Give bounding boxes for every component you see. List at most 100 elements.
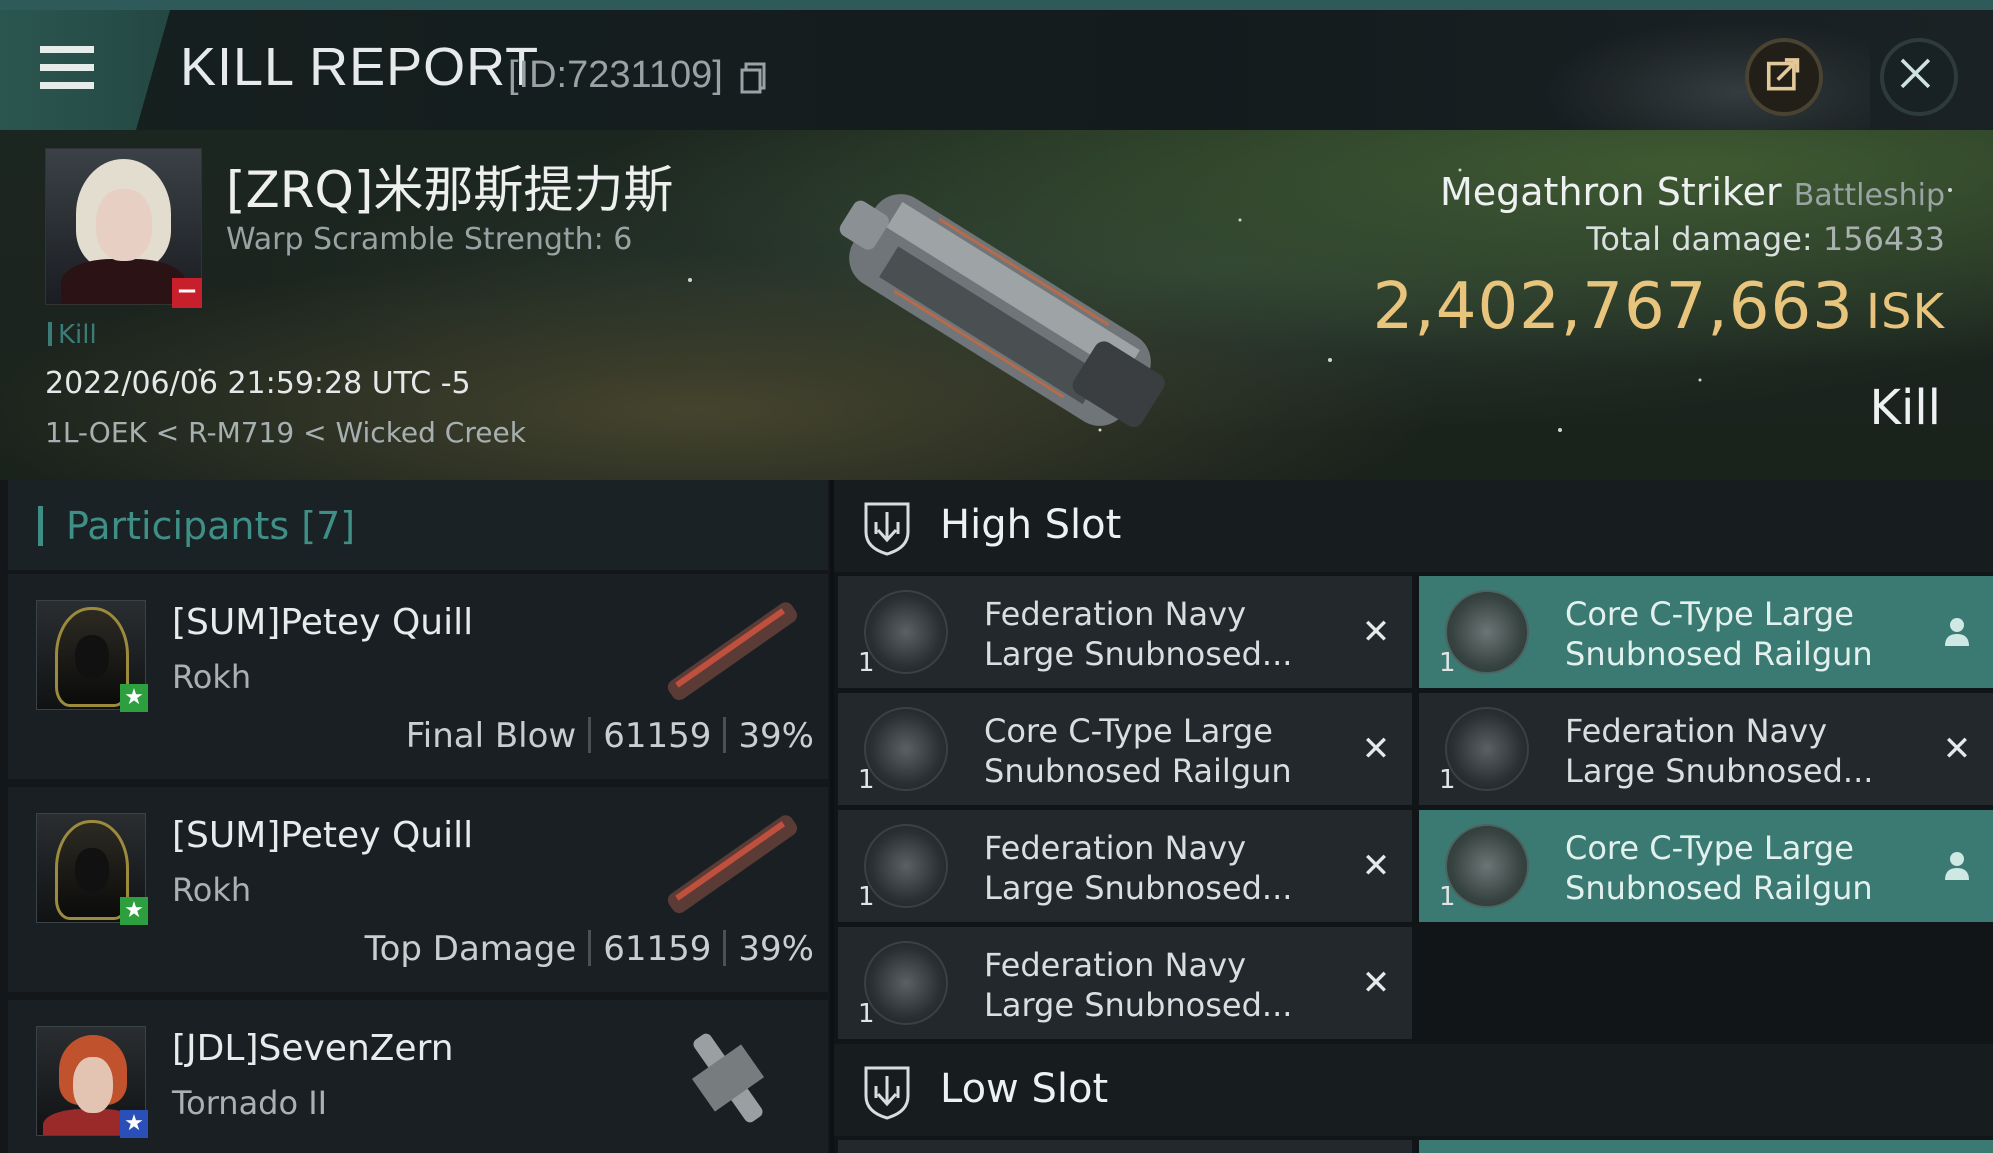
module-item[interactable]: 1 Core C-Type Large Snubnosed Railgun ✕ bbox=[838, 693, 1412, 805]
dropped-person-icon bbox=[1945, 852, 1969, 880]
isk-unit: ISK bbox=[1865, 284, 1945, 340]
railgun-icon bbox=[1445, 707, 1529, 791]
railgun-icon bbox=[864, 824, 948, 908]
star-icon: ★ bbox=[120, 897, 148, 925]
participant-stats: Top Damage 61159 39% bbox=[365, 929, 814, 969]
menu-icon bbox=[40, 46, 94, 90]
report-id: [ID:7231109] bbox=[508, 54, 723, 96]
divider bbox=[588, 717, 592, 753]
destroyed-icon: ✕ bbox=[1361, 963, 1391, 1003]
victim-name[interactable]: [ZRQ]米那斯提力斯 bbox=[226, 150, 673, 222]
victim-ship-image[interactable] bbox=[800, 150, 1200, 470]
destroyed-icon: ✕ bbox=[1361, 729, 1391, 769]
header-bar: KILL REPORT [ID:7231109] bbox=[0, 10, 1993, 140]
module-item[interactable]: 1 Federation Navy Large Snubnosed... ✕ bbox=[838, 576, 1412, 688]
destroyed-icon: ✕ bbox=[1942, 729, 1972, 769]
module-name: Core C-Type Large Snubnosed Railgun bbox=[984, 712, 1292, 790]
participants-header[interactable]: Participants [7] bbox=[8, 480, 828, 570]
destroyed-icon: ✕ bbox=[1361, 846, 1391, 886]
participant-ship-image bbox=[691, 1033, 765, 1123]
hostile-standing-icon: − bbox=[172, 278, 202, 308]
participant-stats: Final Blow 61159 39% bbox=[406, 716, 814, 756]
total-damage-label: Total damage: bbox=[1586, 220, 1813, 258]
kill-tag: Kill bbox=[48, 320, 97, 350]
menu-button[interactable] bbox=[0, 10, 170, 130]
participant-role: Top Damage bbox=[364, 929, 577, 969]
module-name: Federation Navy Large Snubnosed... bbox=[1565, 712, 1874, 790]
kill-location[interactable]: 1L-OEK < R-M719 < Wicked Creek bbox=[45, 416, 526, 449]
isk-amount: 2,402,767,663 bbox=[1372, 270, 1854, 344]
ship-name: Megathron Striker bbox=[1439, 170, 1782, 214]
module-name: Core C-Type Large Snubnosed Railgun bbox=[1565, 595, 1873, 673]
victim-summary: − [ZRQ]米那斯提力斯 Warp Scramble Strength: 6 … bbox=[0, 130, 1993, 480]
participant-ship-image bbox=[667, 602, 798, 701]
module-quantity: 1 bbox=[858, 999, 875, 1029]
high-slot-header[interactable]: High Slot bbox=[834, 480, 1993, 572]
victim-ship[interactable]: Megathron Striker Battleship bbox=[1440, 170, 1945, 214]
module-item[interactable]: 1 Federation Navy Large Snubnosed... ✕ bbox=[838, 810, 1412, 922]
module-item[interactable]: 1 Core C-Type Large Snubnosed Railgun bbox=[1419, 576, 1993, 688]
isk-value: 2,402,767,663 ISK bbox=[1373, 270, 1945, 344]
module-item[interactable]: 1 Federation Navy Large Snubnosed... ✕ bbox=[1419, 693, 1993, 805]
participant-ship: Rokh bbox=[172, 871, 252, 909]
divider bbox=[723, 717, 727, 753]
share-button[interactable] bbox=[1745, 38, 1823, 116]
module-item[interactable] bbox=[838, 1140, 1412, 1153]
participant-damage: 61159 bbox=[603, 716, 712, 756]
close-button[interactable] bbox=[1880, 38, 1958, 116]
low-slot-label: Low Slot bbox=[940, 1066, 1109, 1112]
module-item[interactable]: 1 Federation Navy Large Snubnosed... ✕ bbox=[838, 927, 1412, 1039]
participants-label: Participants [7] bbox=[66, 504, 356, 548]
warp-scramble-strength: Warp Scramble Strength: 6 bbox=[226, 222, 633, 257]
star-icon: ★ bbox=[120, 684, 148, 712]
railgun-icon bbox=[864, 707, 948, 791]
ship-class: Battleship bbox=[1793, 178, 1945, 213]
module-quantity: 1 bbox=[858, 648, 875, 678]
module-quantity: 1 bbox=[1439, 882, 1456, 912]
close-icon bbox=[1900, 58, 1931, 89]
share-icon bbox=[1766, 58, 1800, 91]
star-icon: ★ bbox=[120, 1110, 148, 1138]
participant-row[interactable]: ★ [SUM]Petey Quill Rokh Top Damage 61159 3… bbox=[8, 787, 828, 992]
total-damage-value: 156433 bbox=[1822, 220, 1945, 258]
high-slot-icon bbox=[864, 502, 910, 556]
module-name: Federation Navy Large Snubnosed... bbox=[984, 946, 1293, 1024]
module-quantity: 1 bbox=[858, 765, 875, 795]
high-slot-label: High Slot bbox=[940, 502, 1122, 548]
copy-icon[interactable] bbox=[740, 62, 766, 94]
participant-percent: 39% bbox=[738, 929, 814, 969]
kill-type: Kill bbox=[1869, 380, 1941, 436]
accent-bar bbox=[38, 506, 43, 546]
low-slot-header[interactable]: Low Slot bbox=[834, 1044, 1993, 1136]
participants-panel: Participants [7] ★ [SUM]Petey Quill Rokh… bbox=[0, 480, 830, 1153]
participant-row[interactable]: ★ [JDL]SevenZern Tornado II bbox=[8, 1000, 828, 1153]
module-quantity: 1 bbox=[1439, 765, 1456, 795]
module-item[interactable]: 1 Core C-Type Large Snubnosed Railgun bbox=[1419, 810, 1993, 922]
module-quantity: 1 bbox=[858, 882, 875, 912]
module-item[interactable] bbox=[1419, 1140, 1993, 1153]
destroyed-icon: ✕ bbox=[1361, 612, 1391, 652]
railgun-icon bbox=[1445, 824, 1529, 908]
participant-percent: 39% bbox=[738, 716, 814, 756]
participant-name[interactable]: [SUM]Petey Quill bbox=[172, 815, 473, 856]
divider bbox=[588, 930, 592, 966]
kill-datetime: 2022/06/06 21:59:28 UTC -5 bbox=[45, 366, 471, 401]
participant-name[interactable]: [JDL]SevenZern bbox=[172, 1028, 454, 1069]
low-slot-icon bbox=[864, 1066, 910, 1120]
top-accent-line bbox=[0, 0, 1993, 10]
railgun-icon bbox=[864, 941, 948, 1025]
railgun-icon bbox=[864, 590, 948, 674]
total-damage: Total damage: 156433 bbox=[1586, 220, 1945, 258]
module-name: Core C-Type Large Snubnosed Railgun bbox=[1565, 829, 1873, 907]
participant-ship: Tornado II bbox=[172, 1084, 328, 1122]
module-quantity: 1 bbox=[1439, 648, 1456, 678]
module-name: Federation Navy Large Snubnosed... bbox=[984, 595, 1293, 673]
participant-row[interactable]: ★ [SUM]Petey Quill Rokh Final Blow 61159 3… bbox=[8, 574, 828, 779]
page-title: KILL REPORT bbox=[180, 37, 540, 97]
divider bbox=[723, 930, 727, 966]
participant-name[interactable]: [SUM]Petey Quill bbox=[172, 602, 473, 643]
dropped-person-icon bbox=[1945, 618, 1969, 646]
participant-ship-image bbox=[667, 815, 798, 914]
participant-role: Final Blow bbox=[405, 716, 577, 756]
participant-ship: Rokh bbox=[172, 658, 252, 696]
